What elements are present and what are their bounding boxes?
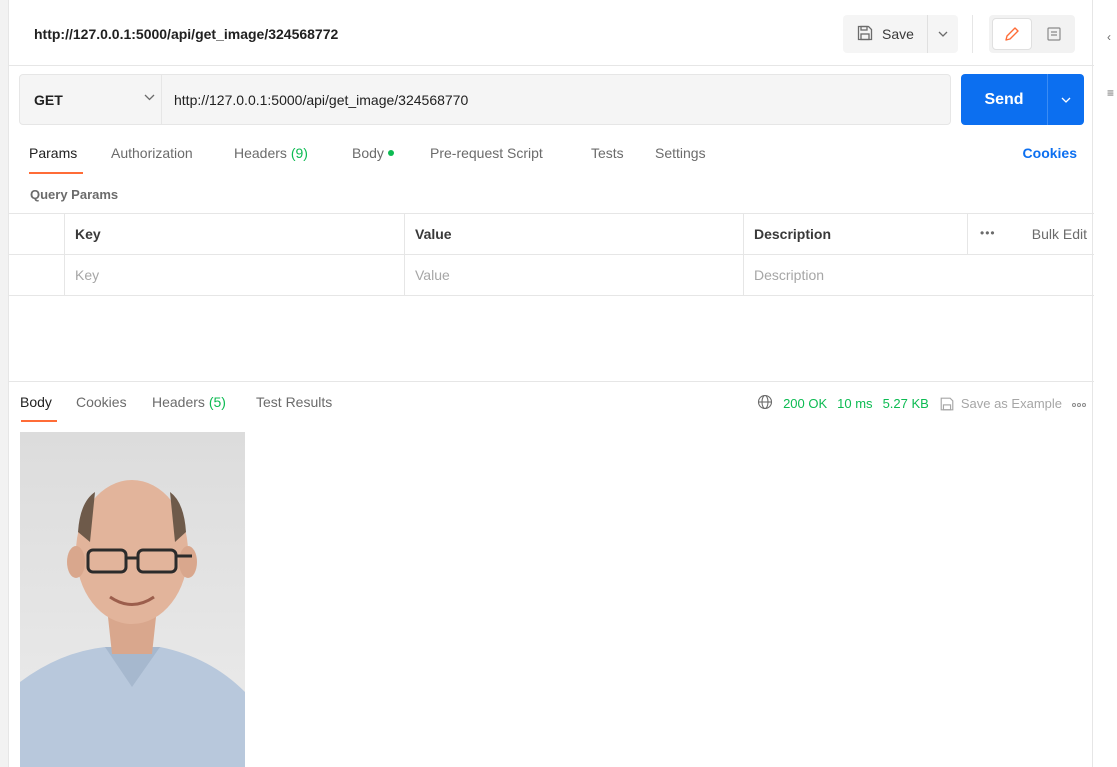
mode-switcher	[989, 15, 1075, 53]
save-as-example-button[interactable]: Save as Example	[939, 396, 1062, 412]
table-header-row: Key Value Description ••• Bulk Edit	[9, 214, 1094, 255]
bulk-edit-link[interactable]: Bulk Edit	[1032, 226, 1087, 242]
chevron-down-icon	[938, 31, 948, 37]
description-input[interactable]: Description	[743, 255, 1094, 295]
response-meta: 200 OK 10 ms 5.27 KB Save as Example	[757, 394, 1086, 413]
save-label: Save	[882, 26, 914, 42]
request-title-bar: http://127.0.0.1:5000/api/get_image/3245…	[9, 0, 1094, 66]
response-tabs: Body Cookies Headers (5) Test Results 20…	[19, 394, 1094, 424]
headers-count: (9)	[290, 145, 308, 161]
active-tab-indicator	[29, 172, 83, 174]
more-icon[interactable]	[1072, 396, 1086, 411]
request-title[interactable]: http://127.0.0.1:5000/api/get_image/3245…	[34, 26, 338, 42]
table-actions: ••• Bulk Edit	[967, 214, 1094, 254]
chevron-left-icon[interactable]: ‹	[1107, 30, 1111, 44]
body-indicator-dot	[387, 150, 394, 156]
tab-tests[interactable]: Tests	[591, 145, 624, 161]
edit-mode-button[interactable]	[992, 18, 1032, 50]
tab-params-label: Params	[29, 145, 78, 161]
key-input[interactable]: Key	[64, 255, 404, 295]
comment-icon	[1047, 27, 1061, 41]
request-workspace: http://127.0.0.1:5000/api/get_image/3245…	[8, 0, 1094, 767]
menu-icon[interactable]: ≡	[1107, 86, 1114, 100]
request-tabs: Params Authorization Headers (9) Body Pr…	[19, 145, 1084, 181]
column-header-value: Value	[404, 214, 743, 254]
table-row: Key Value Description	[9, 255, 1094, 296]
tab-response-headers[interactable]: Headers (5)	[152, 394, 226, 410]
send-button[interactable]: Send	[961, 74, 1047, 125]
tab-pre-request-script[interactable]: Pre-request Script	[430, 145, 543, 161]
pencil-icon	[1005, 27, 1019, 41]
tab-response-headers-label: Headers	[152, 394, 205, 410]
left-sidebar-edge	[0, 0, 8, 767]
response-image-preview	[20, 432, 245, 767]
tab-authorization[interactable]: Authorization	[111, 145, 193, 161]
response-size[interactable]: 5.27 KB	[883, 396, 929, 411]
tab-response-body-label: Body	[20, 394, 52, 410]
active-tab-indicator	[21, 420, 57, 422]
value-input[interactable]: Value	[404, 255, 743, 295]
tab-body[interactable]: Body	[352, 145, 394, 161]
save-button[interactable]: Save	[843, 15, 927, 53]
tab-response-cookies[interactable]: Cookies	[76, 394, 127, 410]
cookies-link[interactable]: Cookies	[1023, 145, 1077, 161]
save-group: Save	[843, 15, 958, 53]
method-label: GET	[34, 92, 63, 108]
params-table: Key Value Description ••• Bulk Edit Key …	[9, 213, 1094, 296]
person-photo	[20, 432, 245, 767]
comments-button[interactable]	[1035, 18, 1073, 50]
tab-headers[interactable]: Headers (9)	[234, 145, 308, 161]
tab-settings[interactable]: Settings	[655, 145, 706, 161]
chevron-down-icon	[144, 94, 155, 101]
globe-icon[interactable]	[757, 394, 773, 413]
response-time[interactable]: 10 ms	[837, 396, 872, 411]
save-icon	[856, 24, 874, 45]
send-options-button[interactable]	[1047, 74, 1084, 125]
tab-params[interactable]: Params	[29, 145, 83, 174]
url-input[interactable]	[174, 75, 934, 124]
response-pane-divider[interactable]	[9, 381, 1094, 382]
divider	[972, 15, 973, 53]
right-rail: ‹ ≡	[1094, 0, 1117, 767]
tab-test-results[interactable]: Test Results	[256, 394, 332, 410]
column-header-key: Key	[64, 214, 404, 254]
chevron-down-icon	[1061, 97, 1071, 103]
response-headers-count: (5)	[208, 394, 226, 410]
more-icon[interactable]: •••	[980, 226, 996, 240]
url-field	[162, 74, 951, 125]
save-as-example-label: Save as Example	[960, 396, 1062, 411]
tab-headers-label: Headers	[234, 145, 287, 161]
query-params-title: Query Params	[30, 187, 119, 202]
save-options-button[interactable]	[927, 15, 958, 53]
save-icon	[940, 397, 954, 410]
column-header-description: Description	[743, 214, 967, 254]
tab-body-label: Body	[352, 145, 384, 161]
method-select[interactable]: GET	[19, 74, 162, 125]
status-code[interactable]: 200 OK	[783, 396, 827, 411]
send-group: Send	[961, 74, 1084, 125]
tab-response-body[interactable]: Body	[20, 394, 57, 422]
